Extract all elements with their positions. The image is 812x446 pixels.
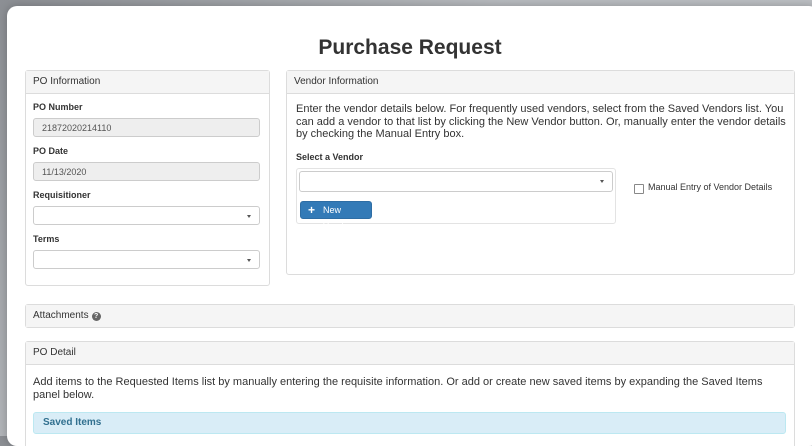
requisitioner-select[interactable] [33, 206, 260, 225]
attachments-panel[interactable]: Attachments? [25, 304, 795, 328]
attachments-heading-label: Attachments [33, 310, 89, 321]
vendor-select-group: + New Vendor [296, 168, 616, 231]
new-vendor-label: New Vendor [323, 205, 352, 231]
saved-items-bar[interactable]: Saved Items [33, 412, 786, 434]
po-number-value: 21872020214110 [42, 123, 112, 133]
po-date-field: 11/13/2020 [33, 162, 260, 181]
question-circle-icon[interactable]: ? [91, 312, 101, 321]
requisitioner-label: Requisitioner [33, 190, 91, 200]
po-detail-heading: PO Detail [26, 342, 794, 365]
po-information-heading: PO Information [26, 71, 269, 94]
po-number-field: 21872020214110 [33, 118, 260, 137]
po-date-label: PO Date [33, 146, 69, 156]
attachments-heading[interactable]: Attachments? [26, 305, 794, 327]
plus-icon: + [308, 203, 316, 217]
vendor-information-heading: Vendor Information [287, 71, 794, 94]
po-date-value: 11/13/2020 [42, 167, 87, 177]
vendor-instructions: Enter the vendor details below. For freq… [296, 103, 786, 140]
po-information-panel: PO Information PO Number 21872020214110 … [25, 70, 270, 286]
purchase-request-page: Purchase Request PO Information PO Numbe… [7, 6, 812, 446]
po-detail-panel: PO Detail Add items to the Requested Ite… [25, 341, 795, 446]
new-vendor-button[interactable]: + New Vendor [300, 201, 372, 231]
caret-down-icon [600, 180, 604, 183]
page-title: Purchase Request [318, 36, 502, 59]
manual-entry-label[interactable]: Manual Entry of Vendor Details [648, 182, 772, 192]
caret-down-icon [247, 215, 251, 218]
caret-down-icon [247, 259, 251, 262]
vendor-select[interactable] [299, 171, 613, 192]
po-number-label: PO Number [33, 102, 83, 112]
terms-select[interactable] [33, 250, 260, 269]
manual-entry-checkbox[interactable] [634, 184, 644, 194]
po-detail-instructions: Add items to the Requested Items list by… [33, 376, 763, 401]
terms-label: Terms [33, 234, 60, 244]
vendor-information-panel: Vendor Information Enter the vendor deta… [286, 70, 795, 275]
saved-items-label[interactable]: Saved Items [43, 417, 101, 428]
select-vendor-label: Select a Vendor [296, 152, 364, 162]
